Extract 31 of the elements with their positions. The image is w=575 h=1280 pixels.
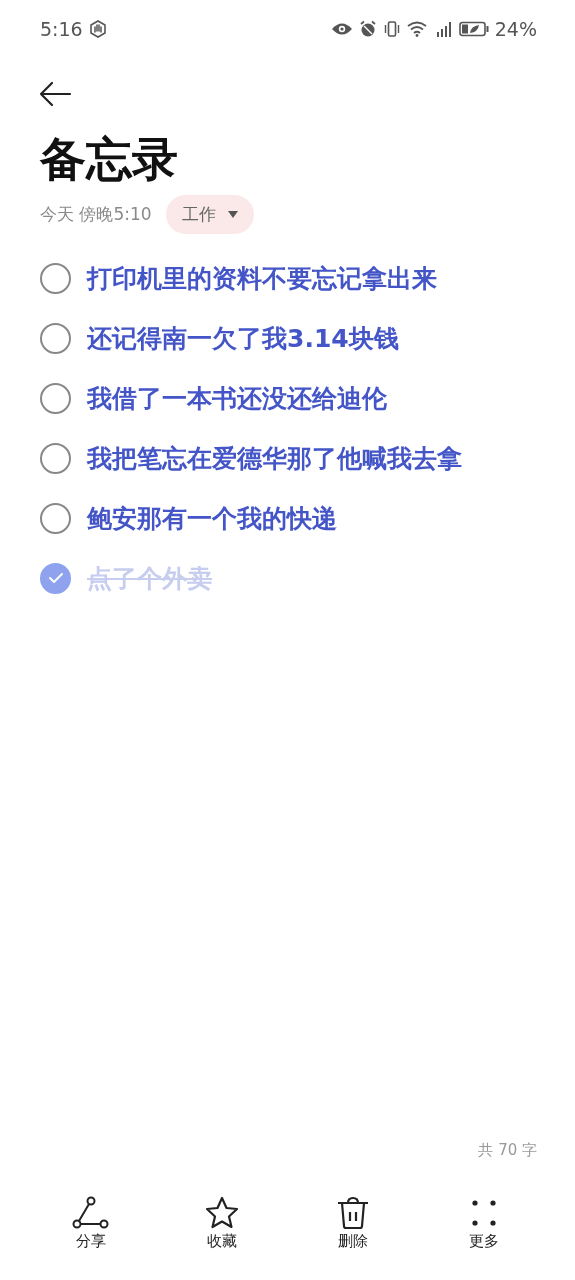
battery-icon [458, 21, 489, 37]
share-button[interactable]: 分享 [50, 1196, 131, 1270]
battery-percent: 24% [494, 18, 537, 40]
note-title: 备忘录 [40, 132, 179, 188]
todo-text: 我把笔忘在爱德华那了他喊我去拿 [87, 442, 462, 475]
checkbox[interactable] [40, 442, 71, 474]
word-count: 共 70 字 [478, 1141, 537, 1160]
checkmark-icon [47, 572, 64, 585]
checkbox[interactable] [40, 562, 71, 594]
checkbox[interactable] [40, 502, 71, 534]
note-date: 今天 傍晚5:10 [40, 203, 152, 227]
caret-icon [227, 210, 238, 219]
status-time: 5:16 [40, 18, 83, 40]
todo-text: 点了个外卖 [87, 562, 212, 595]
delete-button[interactable]: 删除 [313, 1196, 394, 1270]
wifi-icon [406, 21, 427, 37]
checkbox[interactable] [40, 382, 71, 414]
star-button[interactable]: 收藏 [181, 1196, 262, 1270]
eye-icon [330, 22, 353, 36]
category-tag[interactable]: 工作 [165, 195, 254, 235]
checkbox[interactable] [40, 262, 71, 294]
vibrate-icon [382, 20, 401, 38]
todo-text: 还记得南一欠了我3.14块钱 [87, 322, 399, 355]
checkbox[interactable] [40, 322, 71, 354]
alarm-icon [358, 20, 377, 38]
more-button[interactable]: 更多 [444, 1196, 525, 1270]
todo-text: 打印机里的资料不要忘记拿出来 [87, 262, 437, 295]
hand-icon [88, 20, 107, 38]
share-icon [71, 1196, 110, 1230]
todo-text: 我借了一本书还没还给迪伦 [87, 382, 387, 415]
todo-text: 鲍安那有一个我的快递 [87, 502, 337, 535]
